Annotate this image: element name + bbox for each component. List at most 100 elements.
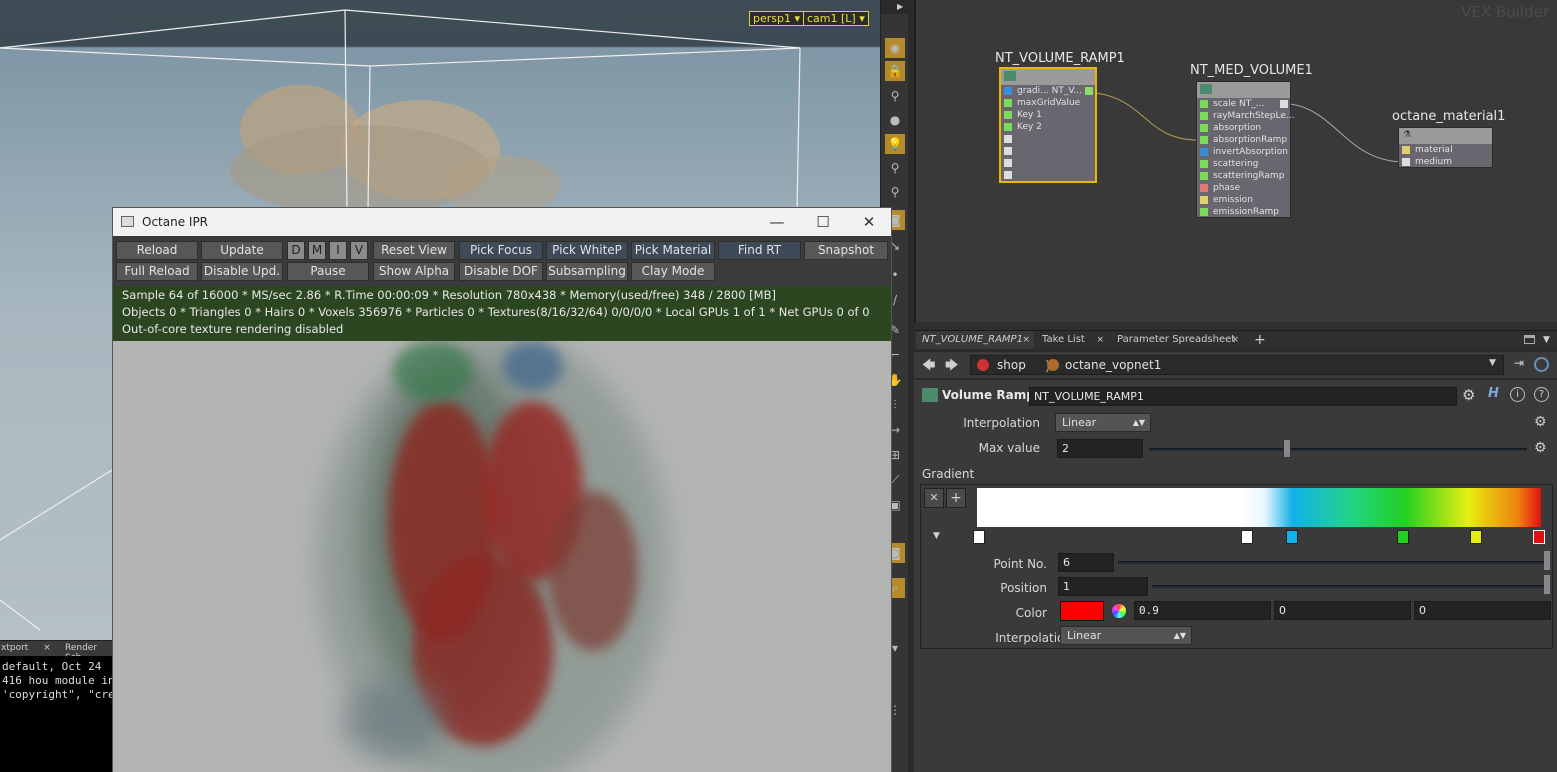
- port-medium[interactable]: medium: [1399, 156, 1492, 168]
- pause-button[interactable]: Pause: [287, 262, 369, 281]
- interpolation-dropdown[interactable]: Linear ▲▼: [1055, 413, 1151, 432]
- gradient-bar[interactable]: [977, 488, 1541, 527]
- port-empty[interactable]: [1001, 145, 1095, 157]
- port-absorption[interactable]: absorption: [1197, 122, 1290, 134]
- node-octane-material[interactable]: ⚗ material medium: [1398, 127, 1493, 168]
- tab-parameter-spreadsheet[interactable]: Parameter Spreadsheet ×: [1111, 331, 1243, 349]
- light-off-icon[interactable]: ⚲: [885, 86, 905, 106]
- add-point-icon[interactable]: +: [946, 488, 966, 508]
- maximize-icon[interactable]: ☐: [800, 208, 846, 236]
- port-emission[interactable]: emission: [1197, 194, 1290, 206]
- cam-dropdown[interactable]: cam1 [L] ▾: [803, 11, 869, 26]
- port-key1[interactable]: Key 1: [1001, 109, 1095, 121]
- clay-mode-button[interactable]: Clay Mode: [631, 262, 715, 281]
- path-field[interactable]: shop ❭ octane_vopnet1 ▼: [970, 355, 1504, 375]
- gradient-stop-2[interactable]: [1241, 530, 1253, 544]
- disable-dof-button[interactable]: Disable DOF: [459, 262, 543, 281]
- position-slider[interactable]: [1152, 585, 1546, 588]
- color-swatch[interactable]: [1060, 601, 1104, 621]
- close-icon[interactable]: ×: [1231, 331, 1239, 349]
- find-rt-button[interactable]: Find RT: [718, 241, 801, 260]
- color-wheel-icon[interactable]: [1112, 604, 1126, 618]
- eye-icon[interactable]: ◉: [885, 38, 905, 58]
- color-b-field[interactable]: 0: [1414, 601, 1551, 620]
- chevron-down-icon[interactable]: ▼: [933, 531, 940, 541]
- light-plus-icon[interactable]: ⚲: [885, 182, 905, 202]
- slider-handle[interactable]: [1544, 551, 1550, 570]
- pick-material-button[interactable]: Pick Material: [631, 241, 715, 260]
- help-h-icon[interactable]: H: [1488, 386, 1499, 401]
- remove-point-icon[interactable]: ✕: [924, 488, 944, 508]
- pick-focus-button[interactable]: Pick Focus: [459, 241, 543, 260]
- port-empty[interactable]: [1001, 157, 1095, 169]
- port-raymarchstep[interactable]: rayMarchStepLe...: [1197, 110, 1294, 122]
- reset-view-button[interactable]: Reset View: [373, 241, 455, 260]
- disable-update-button[interactable]: Disable Upd.: [201, 262, 283, 281]
- gradient-stop-4[interactable]: [1397, 530, 1409, 544]
- color-g-field[interactable]: 0: [1274, 601, 1411, 620]
- update-button[interactable]: Update: [201, 241, 283, 260]
- close-window-icon[interactable]: ✕: [846, 208, 892, 236]
- path-vopnet[interactable]: octane_vopnet1: [1065, 358, 1161, 372]
- forward-icon[interactable]: 🡆: [945, 356, 958, 378]
- reload-button[interactable]: Reload: [116, 241, 198, 260]
- gradient-stop-3[interactable]: [1286, 530, 1298, 544]
- port-material[interactable]: material: [1399, 144, 1492, 156]
- color-r-field[interactable]: 0.9: [1134, 601, 1271, 620]
- port-emissionramp[interactable]: emissionRamp: [1197, 206, 1290, 218]
- pin-icon[interactable]: ⇥: [1514, 356, 1524, 370]
- port-empty[interactable]: [1001, 169, 1095, 181]
- chevron-down-icon[interactable]: ▼: [1543, 331, 1550, 349]
- camera-dropdown[interactable]: persp1 ▾: [749, 11, 805, 26]
- minimize-icon[interactable]: —: [754, 208, 800, 236]
- subsampling-button[interactable]: Subsampling: [546, 262, 628, 281]
- max-value-slider[interactable]: [1149, 448, 1527, 451]
- d-button[interactable]: D: [287, 241, 305, 260]
- node-med-volume[interactable]: scale NT_... rayMarchStepLe... absorptio…: [1196, 81, 1294, 218]
- gear-icon[interactable]: ⚙: [1534, 414, 1547, 430]
- tab-textport[interactable]: xtport ×: [1, 643, 51, 653]
- pick-whitepoint-button[interactable]: Pick WhiteP: [546, 241, 628, 260]
- node-name-field[interactable]: NT_VOLUME_RAMP1: [1029, 387, 1457, 406]
- gear-icon[interactable]: ⚙: [1534, 440, 1547, 456]
- question-icon[interactable]: ?: [1534, 387, 1549, 402]
- gradient-stop-6[interactable]: [1533, 530, 1545, 544]
- pane-layout-icon[interactable]: [1524, 335, 1535, 344]
- port-invertabsorption[interactable]: invertAbsorption: [1197, 146, 1290, 158]
- light-icon[interactable]: ⚲: [885, 158, 905, 178]
- port-scattering[interactable]: scattering: [1197, 158, 1290, 170]
- slider-handle[interactable]: [1283, 439, 1291, 458]
- slider-handle[interactable]: [1544, 575, 1550, 594]
- close-icon[interactable]: ×: [1096, 331, 1104, 349]
- close-icon[interactable]: ×: [43, 643, 51, 653]
- back-icon[interactable]: 🡄: [922, 356, 935, 378]
- tab-node-params[interactable]: NT_VOLUME_RAMP1 ×: [916, 331, 1034, 349]
- link-icon[interactable]: [1534, 357, 1549, 372]
- max-value-field[interactable]: 2: [1057, 439, 1143, 458]
- port-key2[interactable]: Key 2: [1001, 121, 1095, 133]
- gear-icon[interactable]: ⚙: [1462, 386, 1475, 404]
- i-button[interactable]: I: [329, 241, 347, 260]
- pane-splitter[interactable]: [914, 322, 1557, 330]
- port-scale[interactable]: scale NT_...: [1197, 98, 1290, 110]
- info-icon[interactable]: i: [1510, 387, 1525, 402]
- ipr-titlebar[interactable]: Octane IPR — ☐ ✕: [113, 208, 891, 236]
- full-reload-button[interactable]: Full Reload: [116, 262, 198, 281]
- port-gradient[interactable]: gradi... NT_V...: [1001, 85, 1095, 97]
- python-console[interactable]: default, Oct 24 416 hou module in'copyrig…: [0, 656, 112, 772]
- render-image[interactable]: [113, 341, 891, 772]
- port-scatteringramp[interactable]: scatteringRamp: [1197, 170, 1290, 182]
- node-volume-ramp[interactable]: gradi... NT_V... maxGridValue Key 1 Key …: [999, 67, 1097, 183]
- path-shop[interactable]: shop: [997, 358, 1026, 372]
- port-absorptionramp[interactable]: absorptionRamp: [1197, 134, 1290, 146]
- add-tab-icon[interactable]: +: [1254, 331, 1266, 349]
- chevron-down-icon[interactable]: ▼: [1489, 358, 1496, 368]
- show-alpha-button[interactable]: Show Alpha: [373, 262, 455, 281]
- port-empty[interactable]: [1001, 133, 1095, 145]
- snapshot-button[interactable]: Snapshot: [804, 241, 888, 260]
- close-icon[interactable]: ×: [1022, 331, 1030, 349]
- sphere-icon[interactable]: ●: [885, 110, 905, 130]
- port-phase[interactable]: phase: [1197, 182, 1290, 194]
- point-interpolation-dropdown[interactable]: Linear ▲▼: [1060, 626, 1192, 645]
- tab-take-list[interactable]: Take List ×: [1036, 331, 1108, 349]
